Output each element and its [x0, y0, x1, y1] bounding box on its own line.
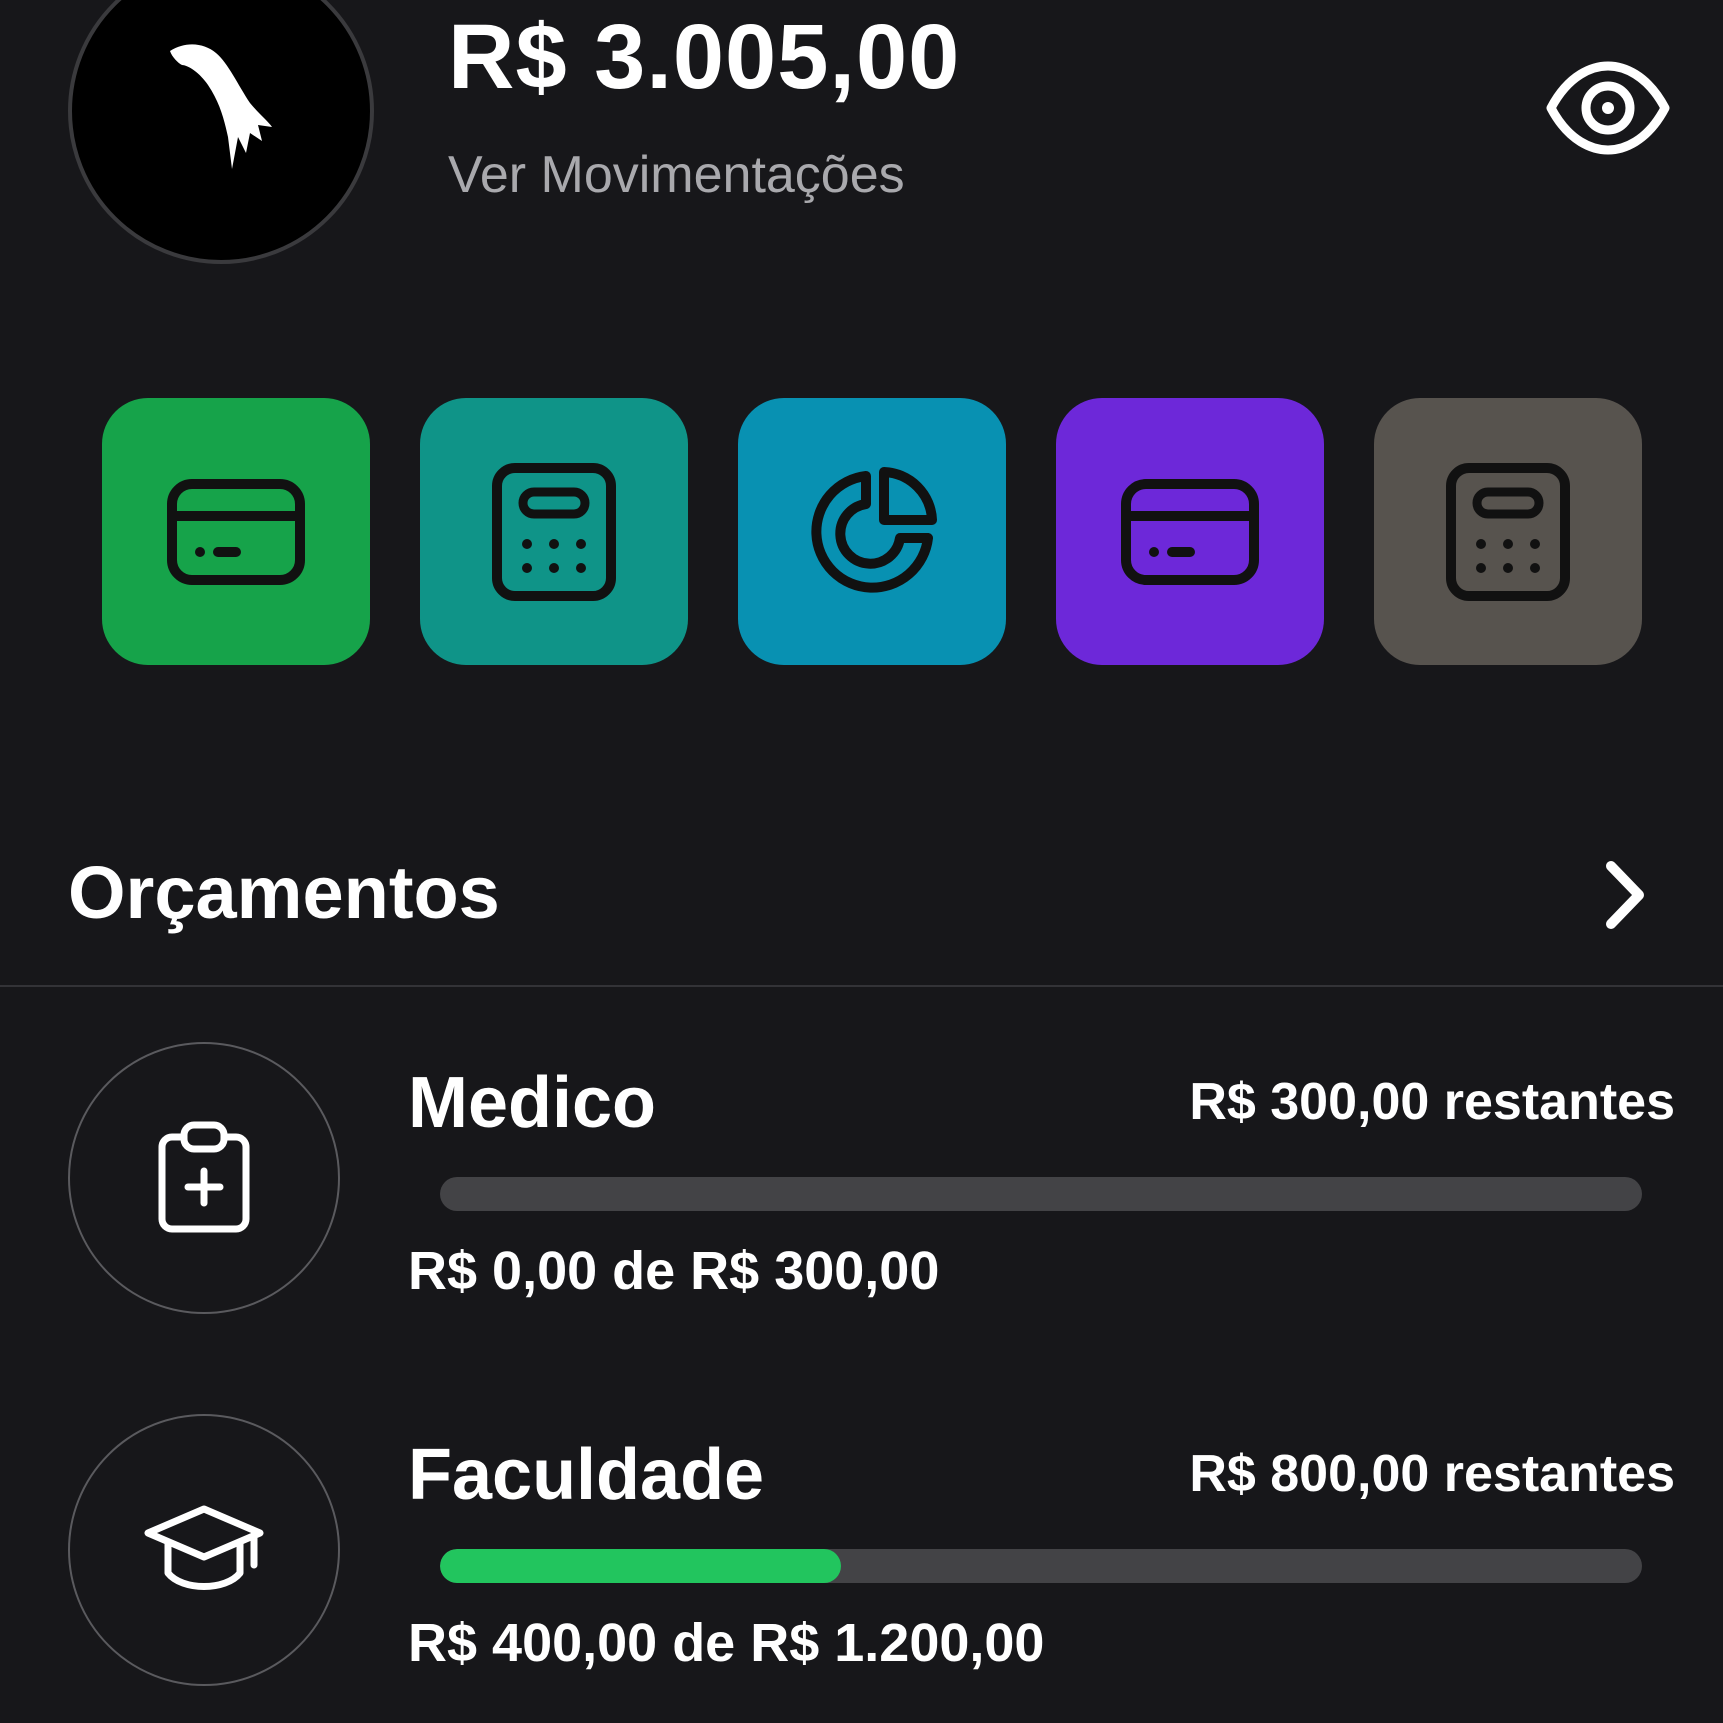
bird-logo-icon [170, 44, 272, 169]
calculator-icon [492, 462, 616, 601]
budget-item-medico[interactable]: Medico R$ 300,00 restantes R$ 0,00 de R$… [0, 1042, 1723, 1322]
budget-amounts: R$ 400,00 de R$ 1.200,00 [408, 1613, 1045, 1673]
shortcut-calculator-teal[interactable] [420, 398, 688, 665]
section-divider [0, 985, 1723, 987]
budget-progress-bar [440, 1177, 1642, 1211]
budget-name: Faculdade [408, 1435, 765, 1515]
budget-progress-fill [440, 1549, 841, 1583]
chevron-right-icon [1606, 861, 1644, 929]
credit-card-icon [167, 478, 305, 585]
budget-remaining: R$ 800,00 restantes [1189, 1445, 1675, 1503]
budget-item-faculdade[interactable]: Faculdade R$ 800,00 restantes R$ 400,00 … [0, 1414, 1723, 1694]
budget-icon-container [68, 1042, 340, 1314]
graduation-cap-icon [144, 1505, 264, 1590]
shortcut-calculator-gray[interactable] [1374, 398, 1642, 665]
credit-card-icon [1121, 478, 1259, 585]
shortcut-cards-green[interactable] [102, 398, 370, 665]
shortcut-reports-blue[interactable] [738, 398, 1006, 665]
budget-progress-bar [440, 1549, 1642, 1583]
budgets-section-title: Orçamentos [68, 851, 500, 934]
eye-icon [1546, 61, 1669, 154]
pie-chart-icon [811, 466, 937, 593]
avatar[interactable] [68, 0, 374, 264]
budget-name: Medico [408, 1063, 657, 1143]
budget-icon-container [68, 1414, 340, 1686]
toggle-balance-visibility-button[interactable] [1540, 45, 1675, 170]
clipboard-plus-icon [158, 1121, 250, 1233]
calculator-icon [1446, 462, 1570, 601]
view-movements-link[interactable]: Ver Movimentações [448, 145, 905, 205]
shortcut-row [102, 398, 1642, 665]
shortcut-cards-purple[interactable] [1056, 398, 1324, 665]
budget-amounts: R$ 0,00 de R$ 300,00 [408, 1241, 940, 1301]
balance-amount: R$ 3.005,00 [448, 6, 961, 108]
budget-remaining: R$ 300,00 restantes [1189, 1073, 1675, 1131]
budgets-see-all-button[interactable] [1590, 855, 1660, 935]
budget-home-screen: R$ 3.005,00 Ver Movimentações Orçamentos… [0, 0, 1723, 1723]
